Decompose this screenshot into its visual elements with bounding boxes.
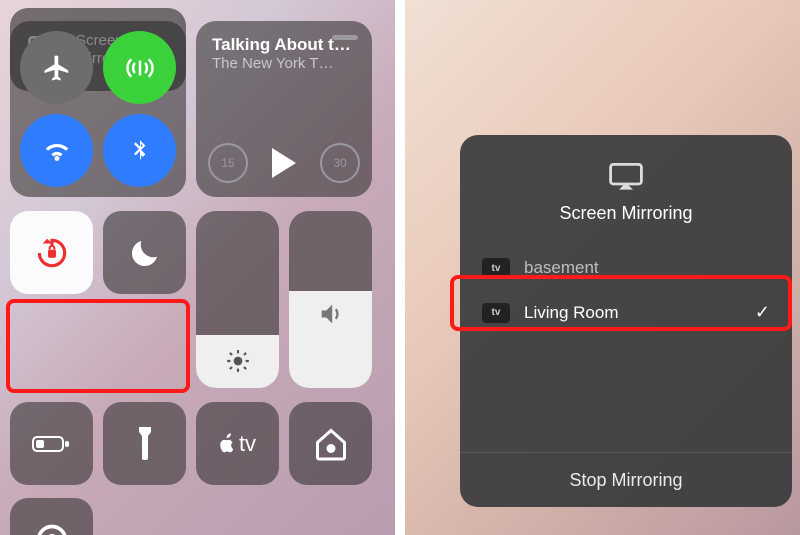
skip-forward-button[interactable]: 30 xyxy=(320,143,360,183)
control-center-pane: Talking About t… The New York T… 15 30 xyxy=(0,0,395,535)
volume-slider[interactable] xyxy=(289,211,372,388)
appletv-icon: tv xyxy=(219,431,256,457)
connectivity-card xyxy=(10,21,186,197)
wifi-icon xyxy=(42,136,72,166)
appletv-device-icon: tv xyxy=(482,258,510,278)
cellular-icon xyxy=(125,53,155,83)
media-subtitle: The New York T… xyxy=(212,55,356,72)
appletv-button[interactable]: tv xyxy=(196,402,279,485)
tile-row: tv xyxy=(10,402,372,485)
flashlight-button[interactable] xyxy=(103,402,186,485)
flashlight-icon xyxy=(135,425,155,463)
media-handle-icon xyxy=(332,35,358,40)
check-icon: ✓ xyxy=(755,302,770,323)
home-icon xyxy=(313,426,349,462)
rotation-lock-button[interactable] xyxy=(10,211,93,294)
do-not-disturb-button[interactable] xyxy=(103,211,186,294)
stop-mirroring-button[interactable]: Stop Mirroring xyxy=(460,452,792,507)
rotation-lock-icon xyxy=(33,234,71,272)
device-row-living-room[interactable]: tv Living Room ✓ xyxy=(460,290,792,335)
skip-back-button[interactable]: 15 xyxy=(208,143,248,183)
bluetooth-button[interactable] xyxy=(103,114,176,187)
volume-icon xyxy=(289,300,372,328)
appletv-device-icon: tv xyxy=(482,303,510,323)
play-button[interactable] xyxy=(272,148,296,178)
device-name: Living Room xyxy=(524,303,741,323)
battery-icon xyxy=(32,434,72,454)
moon-icon xyxy=(127,235,163,271)
home-button[interactable] xyxy=(289,402,372,485)
highlight-box xyxy=(6,299,190,393)
record-icon xyxy=(34,522,70,535)
popup-title: Screen Mirroring xyxy=(460,203,792,224)
popup-header: Screen Mirroring xyxy=(460,135,792,246)
brightness-icon xyxy=(196,348,279,374)
media-card[interactable]: Talking About t… The New York T… 15 30 xyxy=(196,21,372,197)
low-power-button[interactable] xyxy=(10,402,93,485)
screen-mirroring-popup-pane: Screen Mirroring tv basement tv Living R… xyxy=(405,0,800,535)
wifi-button[interactable] xyxy=(20,114,93,187)
screen-mirroring-panel: Screen Mirroring tv basement tv Living R… xyxy=(460,135,792,507)
cellular-data-button[interactable] xyxy=(103,31,176,104)
device-name: basement xyxy=(524,258,770,278)
airplane-icon xyxy=(42,53,72,83)
device-row-basement[interactable]: tv basement xyxy=(460,246,792,290)
brightness-slider[interactable] xyxy=(196,211,279,388)
screen-record-button[interactable] xyxy=(10,498,93,535)
screen-mirroring-icon xyxy=(460,163,792,191)
bluetooth-icon xyxy=(127,136,153,166)
airplane-mode-button[interactable] xyxy=(20,31,93,104)
